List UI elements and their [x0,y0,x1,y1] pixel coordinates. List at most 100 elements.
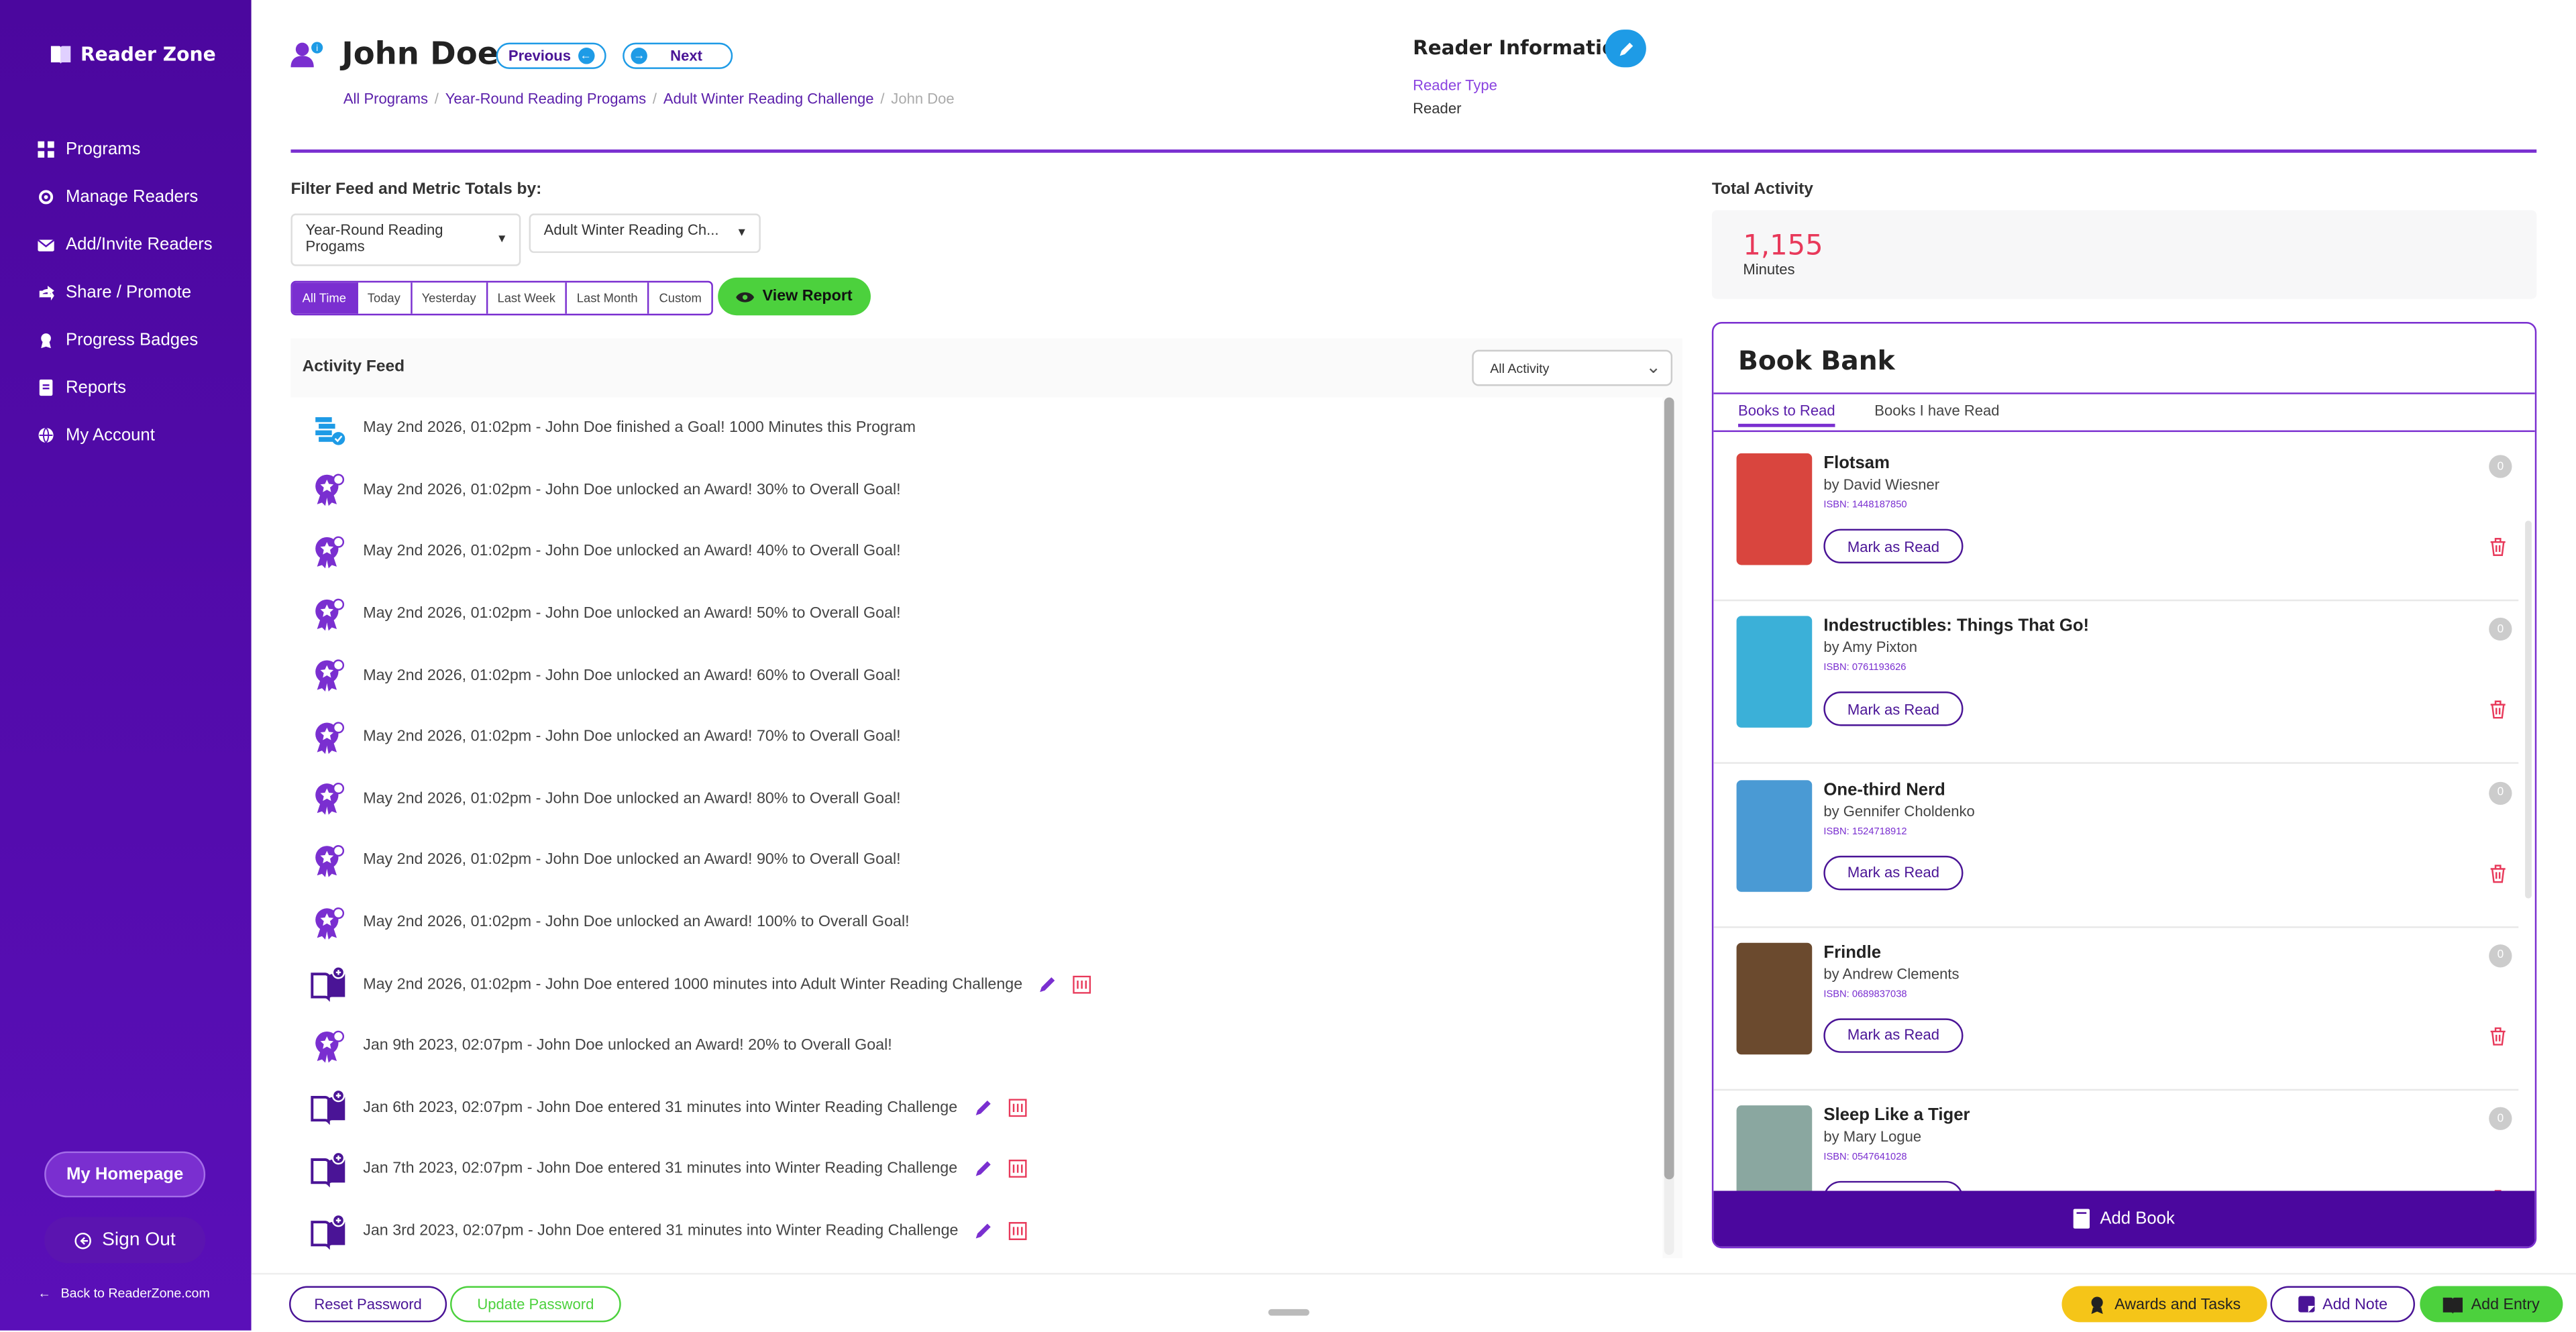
view-report-button[interactable]: View Report [718,277,871,316]
feed-row-text: Jan 7th 2023, 02:07pm - John Doe entered… [363,1160,958,1178]
add-book-button[interactable]: Add Book [1713,1190,2535,1247]
mark-as-read-button[interactable]: Mark as Read [1823,854,1964,890]
update-password-button[interactable]: Update Password [450,1286,621,1323]
feed-row: May 2nd 2026, 01:02pm - John Doe unlocke… [290,891,1662,953]
total-activity-unit: Minutes [1743,261,1795,278]
sidebar-item-programs[interactable]: Programs [38,125,212,172]
feed-row: Jan 7th 2023, 02:07pm - John Doe entered… [290,1138,1662,1200]
book-author: by Gennifer Choldenko [1823,802,1975,820]
feed-row: May 2nd 2026, 01:02pm - John Doe unlocke… [290,521,1662,583]
range-yesterday[interactable]: Yesterday [412,282,488,314]
trash-icon[interactable] [2489,863,2507,883]
filter-label: Filter Feed and Metric Totals by: [290,180,542,199]
book-title[interactable]: Flotsam [1823,453,1890,473]
range-all-time[interactable]: All Time [292,282,358,314]
range-custom[interactable]: Custom [649,282,712,314]
sidebar-item-badges[interactable]: Progress Badges [38,315,212,363]
challenge-select-value: Adult Winter Reading Ch... [543,221,719,239]
mark-as-read-button[interactable]: Mark as Read [1823,529,1964,563]
sidebar-item-reports[interactable]: Reports [38,363,212,410]
pencil-icon[interactable] [974,1160,992,1178]
my-homepage-button[interactable]: My Homepage [44,1151,206,1198]
book-title[interactable]: Sleep Like a Tiger [1823,1106,1970,1125]
book-author: by Mary Logue [1823,1128,1922,1146]
chevron-down-icon: ⌄ [1646,357,1661,378]
program-select-value: Year-Round Reading Progams [305,221,443,255]
activity-feed-list[interactable]: May 2nd 2026, 01:02pm - John Doe finishe… [290,397,1663,1258]
total-activity-title: Total Activity [1711,180,1813,199]
add-note-button[interactable]: Add Note [2270,1286,2415,1323]
feed-scrollbar[interactable] [1664,397,1674,1256]
feed-row: May 2nd 2026, 01:02pm - John Doe unlocke… [290,583,1662,645]
program-select[interactable]: Year-Round Reading Progams ▼ [290,213,521,266]
pencil-icon[interactable] [974,1099,992,1117]
next-button[interactable]: → Next [623,42,733,69]
user-info-icon: i [290,42,323,68]
page-title: John Doe [341,36,499,72]
feed-row: May 2nd 2026, 01:02pm - John Doe unlocke… [290,459,1662,521]
sidebar-item-label: Progress Badges [65,329,199,349]
book-entry-icon [311,1089,345,1126]
book-count-badge: 0 [2489,618,2512,641]
trash-icon[interactable] [1073,975,1092,993]
book-cover[interactable] [1736,942,1813,1054]
sidebar-item-label: My Account [65,425,155,445]
back-link[interactable]: ← Back to ReaderZone.com [38,1286,209,1301]
breadcrumb-current: John Doe [891,90,955,107]
header-divider [290,149,2537,152]
sidebar-item-label: Reports [65,377,126,397]
trash-icon[interactable] [1009,1222,1028,1241]
awards-tasks-button[interactable]: Awards and Tasks [2061,1286,2267,1323]
previous-button[interactable]: Previous ← [496,42,606,69]
book-cover[interactable] [1736,453,1813,565]
feed-row: Jan 6th 2023, 02:07pm - John Doe entered… [290,1076,1662,1138]
envelope-icon [38,238,54,251]
book-count-badge: 0 [2489,944,2512,968]
drag-handle[interactable] [1268,1309,1309,1316]
add-entry-button[interactable]: Add Entry [2420,1286,2563,1323]
logo[interactable]: Reader Zone [49,43,216,66]
book-cover[interactable] [1736,616,1813,728]
breadcrumb-link[interactable]: Year-Round Reading Progams [445,91,646,107]
trash-icon[interactable] [2489,700,2507,720]
mark-as-read-button[interactable]: Mark as Read [1823,691,1964,727]
sidebar-item-manage-readers[interactable]: Manage Readers [38,172,212,220]
book-logo-icon [50,46,71,64]
reader-type-value: Reader [1413,100,1462,117]
award-icon [315,474,345,507]
range-today[interactable]: Today [358,282,412,314]
sidebar-item-add-invite[interactable]: Add/Invite Readers [38,220,213,268]
activity-filter-select[interactable]: All Activity ⌄ [1472,349,1673,386]
trash-icon[interactable] [2489,1026,2507,1046]
main-content: i John Doe Previous ← → Next All Program… [251,0,2576,1332]
trash-icon[interactable] [1008,1098,1027,1117]
book-title[interactable]: Indestructibles: Things That Go! [1823,616,2089,636]
breadcrumb-link[interactable]: Adult Winter Reading Challenge [663,91,874,107]
pencil-icon[interactable] [1039,975,1057,993]
book-title[interactable]: One-third Nerd [1823,779,1945,799]
pencil-icon[interactable] [975,1222,993,1240]
trash-icon[interactable] [1008,1160,1027,1178]
tab-books-to-read[interactable]: Books to Read [1738,402,1835,427]
book-item: Flotsam by David Wiesner ISBN: 1448187850 M… [1713,437,2519,602]
feed-row: May 2nd 2026, 01:02pm - John Doe finishe… [290,398,1662,459]
sidebar-item-account[interactable]: My Account [38,410,212,458]
range-last-month[interactable]: Last Month [567,282,649,314]
mark-as-read-button[interactable]: Mark as Read [1823,1018,1964,1053]
sign-out-button[interactable]: Sign Out [44,1217,206,1264]
book-cover[interactable] [1736,779,1813,891]
sidebar-item-label: Add/Invite Readers [65,233,213,254]
range-last-week[interactable]: Last Week [488,282,568,314]
feed-row-text: May 2nd 2026, 01:02pm - John Doe unlocke… [363,851,901,870]
challenge-select[interactable]: Adult Winter Reading Ch... ▼ [529,213,761,254]
book-list-scrollbar[interactable] [2525,520,2532,899]
edit-reader-button[interactable] [1605,30,1646,68]
trash-icon[interactable] [2489,537,2507,557]
sidebar-item-share[interactable]: Share / Promote [38,268,212,315]
reset-password-button[interactable]: Reset Password [289,1286,447,1323]
book-title[interactable]: Frindle [1823,942,1881,962]
add-entry-label: Add Entry [2471,1295,2540,1313]
breadcrumb-link[interactable]: All Programs [343,91,428,107]
tab-books-read[interactable]: Books I have Read [1874,402,1999,419]
caret-down-icon: ▼ [736,227,748,239]
